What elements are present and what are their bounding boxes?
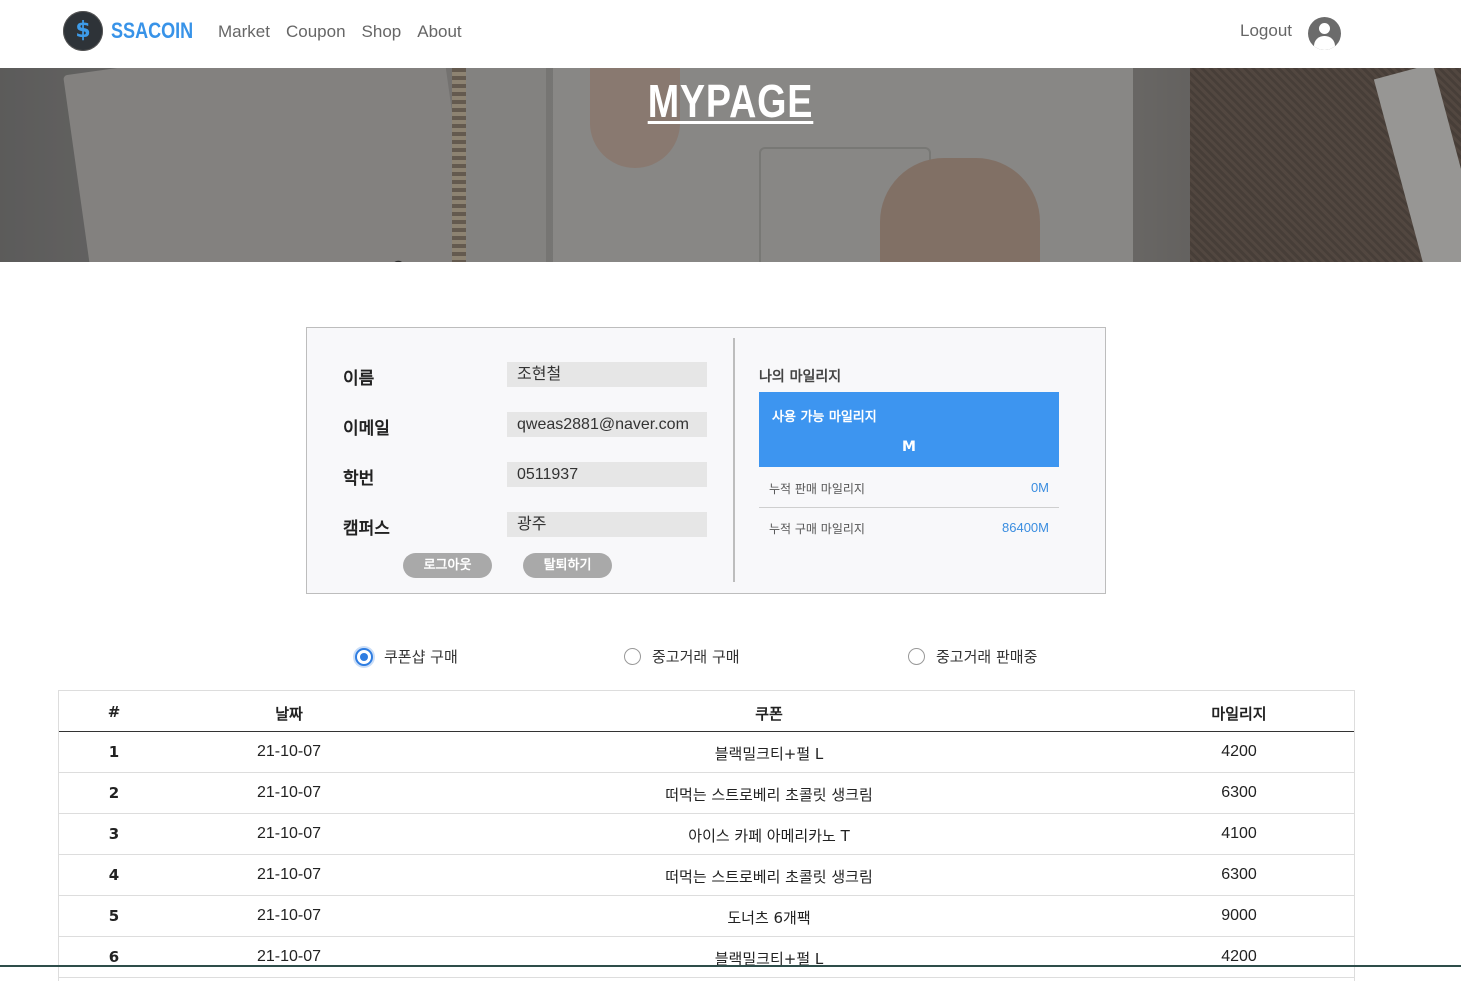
field-label: 캠퍼스 <box>343 519 390 539</box>
column-header-index: # <box>107 703 121 721</box>
row-index: 6 <box>108 948 120 966</box>
sold-mileage-value: 0M <box>1030 480 1049 495</box>
row-index: 4 <box>108 866 120 884</box>
mileage-title: 나의 마일리지 <box>759 369 842 385</box>
nav-menu: Market Coupon Shop About <box>218 22 462 42</box>
table-row: 2 21-10-07 떠먹는 스트로베리 초콜릿 생크림 6300 <box>59 773 1354 814</box>
available-mileage-value: M <box>902 439 916 455</box>
nav-link-shop[interactable]: Shop <box>362 22 402 42</box>
row-date: 21-10-07 <box>256 907 322 924</box>
nav-link-market[interactable]: Market <box>218 22 270 42</box>
radio-dot-icon[interactable] <box>908 648 925 665</box>
column-header-mileage: 마일리지 <box>1211 705 1267 723</box>
bought-mileage-value: 86400M <box>1002 520 1049 535</box>
available-mileage-box: 사용 가능 마일리지 M <box>759 392 1059 467</box>
row-date: 21-10-07 <box>256 866 322 883</box>
row-date: 21-10-07 <box>256 743 322 760</box>
row-mileage: 4100 <box>1221 825 1257 842</box>
row-mileage: 4200 <box>1221 948 1257 965</box>
row-index: 5 <box>108 907 120 925</box>
row-coupon: 블랙밀크티+펄 L <box>714 745 824 763</box>
table-row: 6 21-10-07 블랙밀크티+펄 L 4200 <box>59 937 1354 978</box>
sold-mileage-row: 누적 판매 마일리지 0M <box>759 467 1059 508</box>
radio-dot-icon[interactable] <box>624 648 641 665</box>
row-index: 3 <box>108 825 120 843</box>
row-index: 1 <box>108 743 120 761</box>
radio-coupon-shop-purchase[interactable]: 쿠폰샵 구매 <box>355 646 458 667</box>
row-date: 21-10-07 <box>256 825 322 842</box>
nav-link-about[interactable]: About <box>417 22 461 42</box>
field-value: 조현철 <box>507 362 707 387</box>
column-header-date: 날짜 <box>275 705 303 723</box>
row-date: 21-10-07 <box>256 784 322 801</box>
row-coupon: 떠먹는 스트로베리 초콜릿 생크림 <box>665 786 873 804</box>
radio-used-selling[interactable]: 중고거래 판매중 <box>908 646 1037 667</box>
row-mileage: 6300 <box>1221 784 1257 801</box>
row-date: 21-10-07 <box>256 948 322 965</box>
profile-card: 이름 조현철 이메일 qweas2881@naver.com 학번 051193… <box>306 327 1106 594</box>
user-avatar-icon[interactable] <box>1308 17 1341 50</box>
available-mileage-label: 사용 가능 마일리지 <box>772 410 877 425</box>
campus-field: 캠퍼스 광주 <box>343 512 707 539</box>
radio-used-purchase[interactable]: 중고거래 구매 <box>624 646 740 667</box>
field-label: 학번 <box>343 469 375 489</box>
nav-link-coupon[interactable]: Coupon <box>286 22 346 42</box>
logout-button[interactable]: 로그아웃 <box>403 553 492 578</box>
card-divider <box>733 338 735 582</box>
bought-mileage-label: 누적 구매 마일리지 <box>769 522 865 536</box>
table-row: 1 21-10-07 블랙밀크티+펄 L 4200 <box>59 732 1354 773</box>
email-field: 이메일 qweas2881@naver.com <box>343 412 707 439</box>
field-value: qweas2881@naver.com <box>507 412 707 437</box>
radio-label: 중고거래 구매 <box>652 648 740 666</box>
row-coupon: 떠먹는 스트로베리 초콜릿 생크림 <box>665 868 873 886</box>
row-coupon: 아이스 카페 아메리카노 T <box>688 827 850 845</box>
hero-banner: MYPAGE <box>0 68 1461 262</box>
brand-logo[interactable]: $ SSACOIN <box>63 11 211 51</box>
row-mileage: 9000 <box>1221 907 1257 924</box>
row-index: 2 <box>108 784 120 802</box>
table-row: 4 21-10-07 떠먹는 스트로베리 초콜릿 생크림 6300 <box>59 855 1354 896</box>
radio-label: 쿠폰샵 구매 <box>384 648 458 666</box>
column-header-coupon: 쿠폰 <box>755 705 783 723</box>
field-label: 이메일 <box>343 419 390 439</box>
top-navbar: $ SSACOIN Market Coupon Shop About Logou… <box>0 0 1461 68</box>
logout-link[interactable]: Logout <box>1240 21 1292 41</box>
coin-logo-icon: $ <box>63 11 103 51</box>
brand-name: SSACOIN <box>111 18 194 43</box>
purchase-table: # 날짜 쿠폰 마일리지 1 21-10-07 블랙밀크티+펄 L 4200 2 21-1… <box>58 690 1355 981</box>
radio-dot-icon[interactable] <box>355 647 373 666</box>
field-label: 이름 <box>343 369 375 389</box>
page-title: MYPAGE <box>647 75 814 127</box>
radio-label: 중고거래 판매중 <box>936 648 1038 666</box>
name-field: 이름 조현철 <box>343 362 707 389</box>
sold-mileage-label: 누적 판매 마일리지 <box>769 482 865 496</box>
bought-mileage-row: 누적 구매 마일리지 86400M <box>759 507 1059 547</box>
field-value: 광주 <box>507 512 707 537</box>
table-row: 3 21-10-07 아이스 카페 아메리카노 T 4100 <box>59 814 1354 855</box>
row-mileage: 6300 <box>1221 866 1257 883</box>
table-row: 5 21-10-07 도너츠 6개팩 9000 <box>59 896 1354 937</box>
table-header: # 날짜 쿠폰 마일리지 <box>59 691 1354 732</box>
row-coupon: 도너츠 6개팩 <box>727 909 811 927</box>
student-id-field: 학번 0511937 <box>343 462 707 489</box>
row-mileage: 4200 <box>1221 743 1257 760</box>
field-value: 0511937 <box>507 462 707 487</box>
withdraw-button[interactable]: 탈퇴하기 <box>523 553 612 578</box>
